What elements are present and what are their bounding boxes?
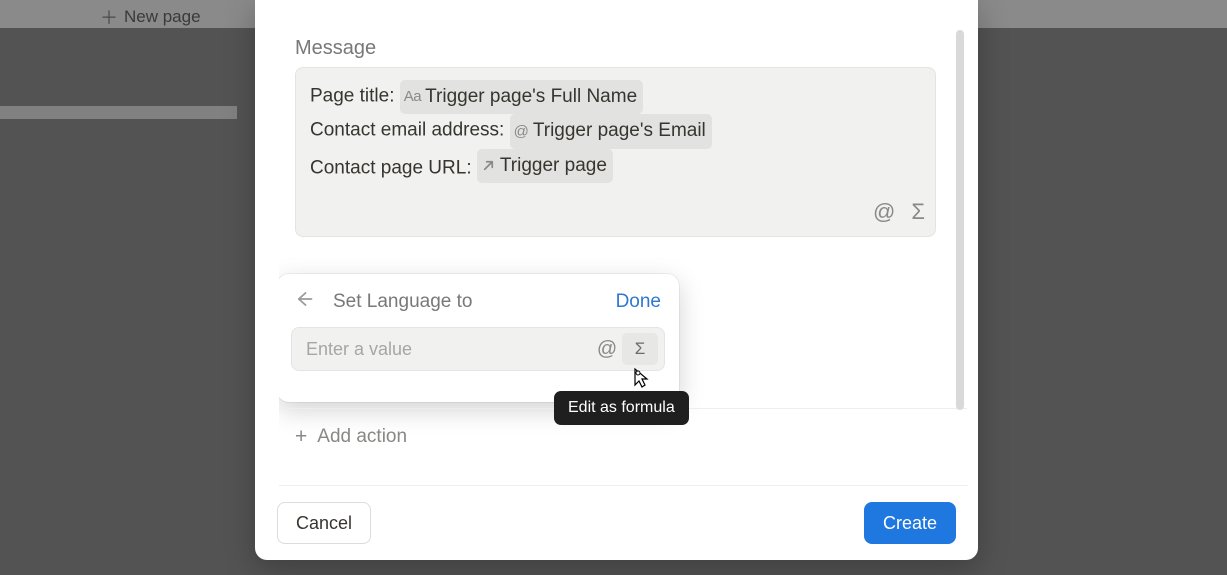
mention-icon[interactable]: @ (592, 338, 622, 361)
automation-modal: Message Page title: Aa Trigger page's Fu… (255, 0, 978, 560)
token-email[interactable]: @ Trigger page's Email (510, 114, 712, 148)
token-text: Trigger page (500, 150, 607, 182)
message-line2-label: Contact email address: (310, 120, 504, 141)
link-arrow-icon (481, 158, 496, 173)
popover-title: Set Language to (333, 291, 472, 313)
token-page-url[interactable]: Trigger page (477, 149, 613, 183)
value-input[interactable] (306, 339, 592, 360)
create-label: Create (883, 513, 937, 534)
message-line1-label: Page title: (310, 85, 395, 106)
message-field-label: Message (295, 37, 376, 60)
tooltip-edit-as-formula: Edit as formula (554, 391, 689, 425)
token-text: Trigger page's Full Name (425, 81, 637, 113)
create-button[interactable]: Create (864, 502, 956, 544)
set-language-popover: Set Language to Done @ Σ (279, 274, 679, 402)
back-button[interactable] (295, 290, 313, 313)
message-textarea[interactable]: Page title: Aa Trigger page's Full Name … (295, 67, 936, 237)
add-action-label: Add action (317, 426, 407, 448)
edit-as-formula-button[interactable]: Σ (622, 333, 658, 365)
formula-icon[interactable]: Σ (911, 193, 925, 230)
email-property-icon: @ (514, 119, 529, 145)
cancel-label: Cancel (296, 513, 352, 534)
plus-icon: + (295, 425, 307, 449)
token-text: Trigger page's Email (533, 115, 706, 147)
mention-icon[interactable]: @ (873, 193, 895, 230)
modal-footer: Cancel Create (255, 486, 978, 560)
done-button[interactable]: Done (616, 291, 661, 313)
value-input-container: @ Σ (291, 327, 665, 371)
token-full-name[interactable]: Aa Trigger page's Full Name (400, 80, 643, 114)
text-property-icon: Aa (404, 84, 421, 110)
scrollbar-thumb[interactable] (956, 30, 964, 410)
message-line3-label: Contact page URL: (310, 157, 472, 178)
cancel-button[interactable]: Cancel (277, 502, 371, 544)
